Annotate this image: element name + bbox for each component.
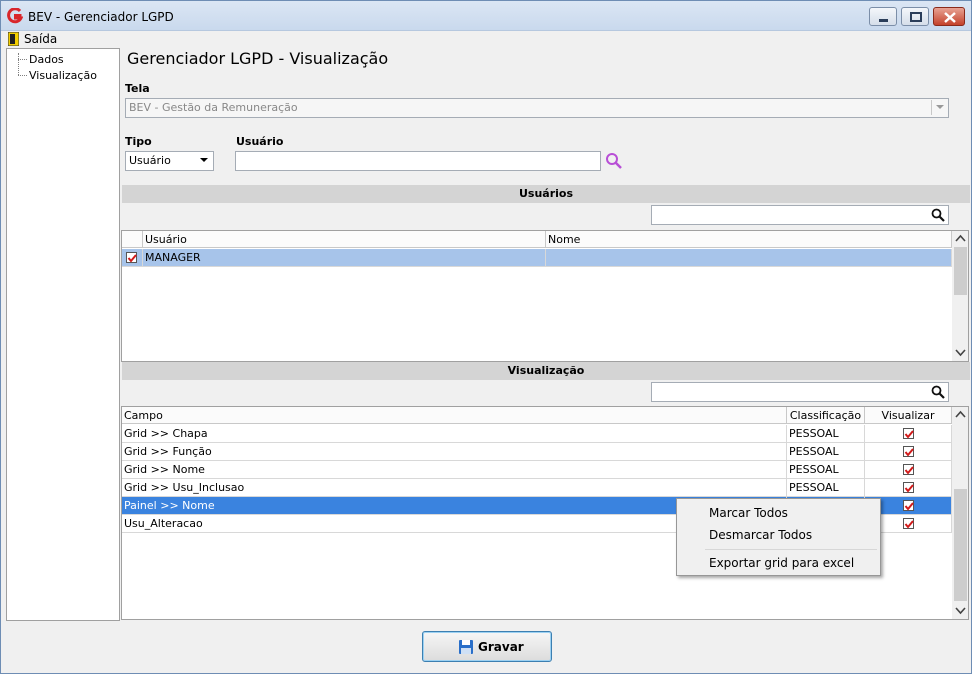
scroll-down-icon[interactable] [955, 348, 966, 358]
view-filter-input[interactable] [651, 382, 949, 402]
row-checkbox[interactable] [126, 252, 137, 263]
view-grid-scrollbar[interactable] [952, 407, 968, 619]
nome-cell [546, 249, 952, 267]
users-grid-check-header [122, 231, 143, 248]
row-check-cell[interactable] [122, 249, 143, 267]
minimize-icon [879, 19, 888, 22]
tela-select-value: BEV - Gestão da Remuneração [129, 101, 298, 114]
table-row[interactable]: Grid >> Usu_Inclusao PESSOAL [122, 479, 952, 497]
check-icon [904, 466, 914, 475]
check-icon [127, 254, 137, 263]
exit-menu-label: Saída [24, 32, 58, 46]
menu-item-exit[interactable]: Saída [2, 31, 62, 47]
app-logo-icon [7, 8, 23, 24]
exit-door-icon [8, 32, 19, 46]
usuario-cell: MANAGER [143, 249, 546, 267]
title-bar: BEV - Gerenciador LGPD [1, 1, 971, 31]
users-grid: Usuário Nome MANAGER [121, 230, 969, 362]
check-icon [904, 484, 914, 493]
visualizar-cell[interactable] [865, 461, 952, 479]
app-window: BEV - Gerenciador LGPD Saída Dados Visua… [0, 0, 972, 674]
scroll-thumb[interactable] [954, 489, 967, 601]
usuario-input[interactable] [235, 151, 601, 171]
tipo-select-value: Usuário [129, 154, 171, 167]
check-icon [904, 430, 914, 439]
visualizar-checkbox[interactable] [903, 428, 914, 439]
campo-cell: Grid >> Nome [122, 461, 787, 479]
tree-item-visualizacao[interactable]: Visualização [29, 69, 97, 82]
chevron-down-icon [200, 158, 208, 162]
table-row[interactable]: Grid >> Chapa PESSOAL [122, 425, 952, 443]
tipo-dropdown-button[interactable] [196, 153, 212, 168]
scroll-down-icon[interactable] [955, 606, 966, 616]
maximize-button[interactable] [901, 7, 929, 26]
column-header-usuario[interactable]: Usuário [143, 231, 546, 248]
campo-cell: Grid >> Usu_Inclusao [122, 479, 787, 497]
visualizar-checkbox[interactable] [903, 518, 914, 529]
tela-dropdown-button[interactable] [931, 100, 947, 115]
menu-bar: Saída [2, 31, 970, 47]
users-grid-scrollbar[interactable] [952, 231, 968, 361]
table-row[interactable]: Grid >> Nome PESSOAL [122, 461, 952, 479]
column-header-visualizar[interactable]: Visualizar [865, 407, 952, 424]
usuario-search-icon[interactable] [605, 152, 623, 170]
table-row[interactable]: MANAGER [122, 249, 952, 267]
tree-connector [18, 53, 19, 75]
menu-item-desmarcar-todos[interactable]: Desmarcar Todos [709, 528, 812, 542]
visualizar-cell[interactable] [865, 425, 952, 443]
tela-select[interactable]: BEV - Gestão da Remuneração [125, 98, 949, 118]
search-icon[interactable] [931, 385, 945, 399]
grid-context-menu: Marcar Todos Desmarcar Todos Exportar gr… [676, 498, 881, 576]
table-row[interactable]: Grid >> Função PESSOAL [122, 443, 952, 461]
column-header-classificacao[interactable]: Classificação [787, 407, 865, 424]
window-title: BEV - Gerenciador LGPD [28, 10, 174, 24]
minimize-button[interactable] [869, 7, 897, 26]
close-icon [944, 12, 956, 23]
visualizar-checkbox[interactable] [903, 482, 914, 493]
chevron-down-icon [936, 105, 944, 109]
scroll-up-icon[interactable] [955, 234, 966, 244]
tree-connector [18, 59, 27, 60]
visualizar-cell[interactable] [865, 479, 952, 497]
tipo-label: Tipo [125, 135, 152, 148]
campo-cell: Grid >> Função [122, 443, 787, 461]
save-button[interactable]: Gravar [422, 631, 552, 662]
menu-item-marcar-todos[interactable]: Marcar Todos [709, 506, 788, 520]
tree-connector [18, 75, 27, 76]
visualizar-checkbox[interactable] [903, 464, 914, 475]
classificacao-cell: PESSOAL [787, 479, 865, 497]
column-header-campo[interactable]: Campo [122, 407, 787, 424]
usuario-label: Usuário [236, 135, 284, 148]
users-filter-input[interactable] [651, 205, 949, 225]
visualizar-checkbox[interactable] [903, 500, 914, 511]
view-section-header: Visualização [122, 362, 970, 380]
visualizar-cell[interactable] [865, 443, 952, 461]
navigation-tree: Dados Visualização [6, 48, 120, 621]
scroll-up-icon[interactable] [955, 410, 966, 420]
maximize-icon [910, 12, 922, 22]
column-header-nome[interactable]: Nome [546, 231, 952, 248]
search-icon[interactable] [931, 208, 945, 222]
users-section-header: Usuários [122, 185, 970, 203]
save-button-label: Gravar [478, 640, 524, 654]
campo-cell: Grid >> Chapa [122, 425, 787, 443]
users-grid-header: Usuário Nome [122, 231, 952, 248]
check-icon [904, 448, 914, 457]
menu-separator [705, 549, 877, 550]
visualizar-checkbox[interactable] [903, 446, 914, 457]
classificacao-cell: PESSOAL [787, 461, 865, 479]
view-grid-header: Campo Classificação Visualizar [122, 407, 952, 424]
classificacao-cell: PESSOAL [787, 443, 865, 461]
tipo-select[interactable]: Usuário [125, 151, 214, 171]
menu-item-exportar-excel[interactable]: Exportar grid para excel [709, 556, 854, 570]
tree-item-dados[interactable]: Dados [29, 53, 64, 66]
tela-label: Tela [125, 82, 150, 95]
classificacao-cell: PESSOAL [787, 425, 865, 443]
check-icon [904, 520, 914, 529]
scroll-thumb[interactable] [954, 247, 967, 295]
check-icon [904, 502, 914, 511]
page-title: Gerenciador LGPD - Visualização [127, 49, 389, 68]
close-button[interactable] [933, 7, 965, 26]
save-disk-icon [459, 640, 473, 654]
